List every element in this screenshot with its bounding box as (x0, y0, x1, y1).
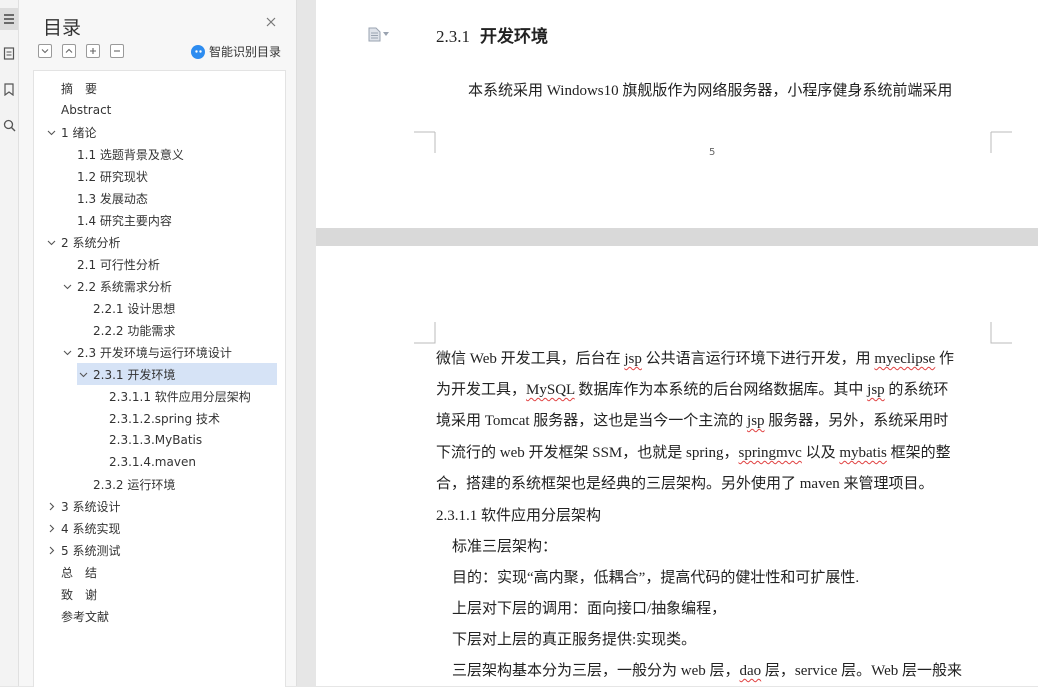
collapse-all-icon[interactable] (38, 44, 52, 58)
smart-toc-button[interactable]: 智能识别目录 (191, 43, 281, 60)
find-icon[interactable] (0, 114, 18, 136)
page-corner-mark (990, 131, 1012, 153)
add-heading-icon[interactable] (86, 44, 100, 58)
toc-item-2-3-1-2[interactable]: 2.3.1.2.spring 技术 (109, 407, 220, 429)
page-number: 5 (709, 147, 716, 158)
body-line: 境采用 Tomcat 服务器，这也是当今一个主流的 jsp 服务器，另外，系统采… (436, 413, 949, 429)
page-corner-mark (990, 322, 1012, 344)
paragraph-menu-icon[interactable] (368, 26, 392, 42)
toc-item-ch5[interactable]: 5 系统测试 (45, 539, 120, 561)
toc-item-1-1[interactable]: 1.1 选题背景及意义 (77, 143, 184, 165)
toc-item-2-3-1-selected[interactable]: 2.3.1 开发环境 (77, 363, 277, 385)
toc-item-1-4[interactable]: 1.4 研究主要内容 (77, 209, 172, 231)
left-toolbar (0, 0, 19, 686)
toc-list: 摘 要 Abstract 1 绪论 1.1 选题背景及意义 1.2 研究现状 1… (33, 70, 286, 687)
toc-item-2-3-1-1[interactable]: 2.3.1.1 软件应用分层架构 (109, 385, 251, 407)
document-page-5: 2.3.1 开发环境 本系统采用 Windows10 旗舰版作为网络服务器，小程序… (316, 0, 1038, 228)
toc-item-ch3[interactable]: 3 系统设计 (45, 495, 120, 517)
toc-item-2-2-2[interactable]: 2.2.2 功能需求 (93, 319, 175, 341)
chevron-down-icon[interactable] (61, 346, 73, 358)
chevron-right-icon[interactable] (45, 522, 57, 534)
body-line: 为开发工具，MySQL 数据库作为本系统的后台网络数据库。其中 jsp 的系统环 (436, 382, 949, 398)
chevron-right-icon[interactable] (45, 500, 57, 512)
toc-item-summary[interactable]: 总 结 (61, 561, 97, 583)
close-icon[interactable] (263, 14, 279, 30)
toc-item-1-3[interactable]: 1.3 发展动态 (77, 187, 148, 209)
body-line: 下流行的 web 开发框架 SSM，也就是 spring，springmvc 以… (436, 445, 951, 461)
chevron-down-icon[interactable] (61, 280, 73, 292)
bookmark-icon[interactable] (0, 78, 18, 100)
toc-toggle-icon[interactable] (0, 8, 18, 30)
toc-item-ch1[interactable]: 1 绪论 (45, 121, 96, 143)
body-line: 三层架构基本分为三层，一般分为 web 层，dao 层，service 层。We… (452, 663, 963, 679)
toc-title: 目录 (43, 17, 82, 39)
toc-item-references[interactable]: 参考文献 (61, 605, 109, 627)
toc-item-2-1[interactable]: 2.1 可行性分析 (77, 253, 160, 275)
body-line: 标准三层架构： (452, 539, 558, 555)
page-thumbnail-icon[interactable] (0, 42, 18, 64)
smart-toc-label: 智能识别目录 (209, 45, 282, 59)
ai-icon (191, 44, 205, 59)
toc-item-1-2[interactable]: 1.2 研究现状 (77, 165, 148, 187)
toc-item-2-2-1[interactable]: 2.2.1 设计思想 (93, 297, 175, 319)
chevron-down-icon[interactable] (77, 368, 89, 380)
body-line: 目的：实现“高内聚，低耦合”，提高代码的健壮性和可扩展性. (452, 570, 860, 586)
toc-item-ch4[interactable]: 4 系统实现 (45, 517, 120, 539)
page-corner-mark (414, 131, 436, 153)
page-separator (316, 228, 1038, 246)
toc-item-2-3-1-4[interactable]: 2.3.1.4.maven (109, 451, 196, 473)
chevron-right-icon[interactable] (45, 544, 57, 556)
toc-item-ch2[interactable]: 2 系统分析 (45, 231, 120, 253)
chevron-down-icon[interactable] (45, 126, 57, 138)
page-corner-mark (414, 322, 436, 344)
toc-item-thanks[interactable]: 致 谢 (61, 583, 97, 605)
document-page-6: 微信 Web 开发工具，后台在 jsp 公共语言运行环境下进行开发，用 myec… (316, 246, 1038, 686)
expand-up-icon[interactable] (62, 44, 76, 58)
toc-panel: 目录 智能识别目录 摘 要 Abstract 1 绪论 1.1 选题背景及意义 … (19, 0, 297, 687)
remove-heading-icon[interactable] (110, 44, 124, 58)
toc-item-2-3-2[interactable]: 2.3.2 运行环境 (93, 473, 175, 495)
toc-item-2-3[interactable]: 2.3 开发环境与运行环境设计 (61, 341, 232, 363)
workspace-margin (297, 0, 316, 686)
toc-item-2-3-1-3[interactable]: 2.3.1.3.MyBatis (109, 429, 202, 451)
toc-item-abstract-cn[interactable]: 摘 要 (61, 77, 97, 99)
body-line: 微信 Web 开发工具，后台在 jsp 公共语言运行环境下进行开发，用 myec… (436, 351, 954, 367)
body-line: 合，搭建的系统框架也是经典的三层架构。另外使用了 maven 来管理项目。 (436, 476, 934, 492)
paragraph-intro: 本系统采用 Windows10 旗舰版作为网络服务器，小程序健身系统前端采用 (468, 83, 953, 99)
sub-heading: 2.3.1.1 软件应用分层架构 (436, 508, 602, 524)
body-line: 上层对下层的调用：面向接口/抽象编程， (452, 601, 727, 617)
chevron-down-icon[interactable] (45, 236, 57, 248)
body-line: 下层对上层的真正服务提供:实现类。 (452, 632, 697, 648)
toc-item-2-2[interactable]: 2.2 系统需求分析 (61, 275, 172, 297)
section-heading: 2.3.1 开发环境 (436, 27, 548, 46)
toc-item-abstract-en[interactable]: Abstract (61, 99, 111, 121)
